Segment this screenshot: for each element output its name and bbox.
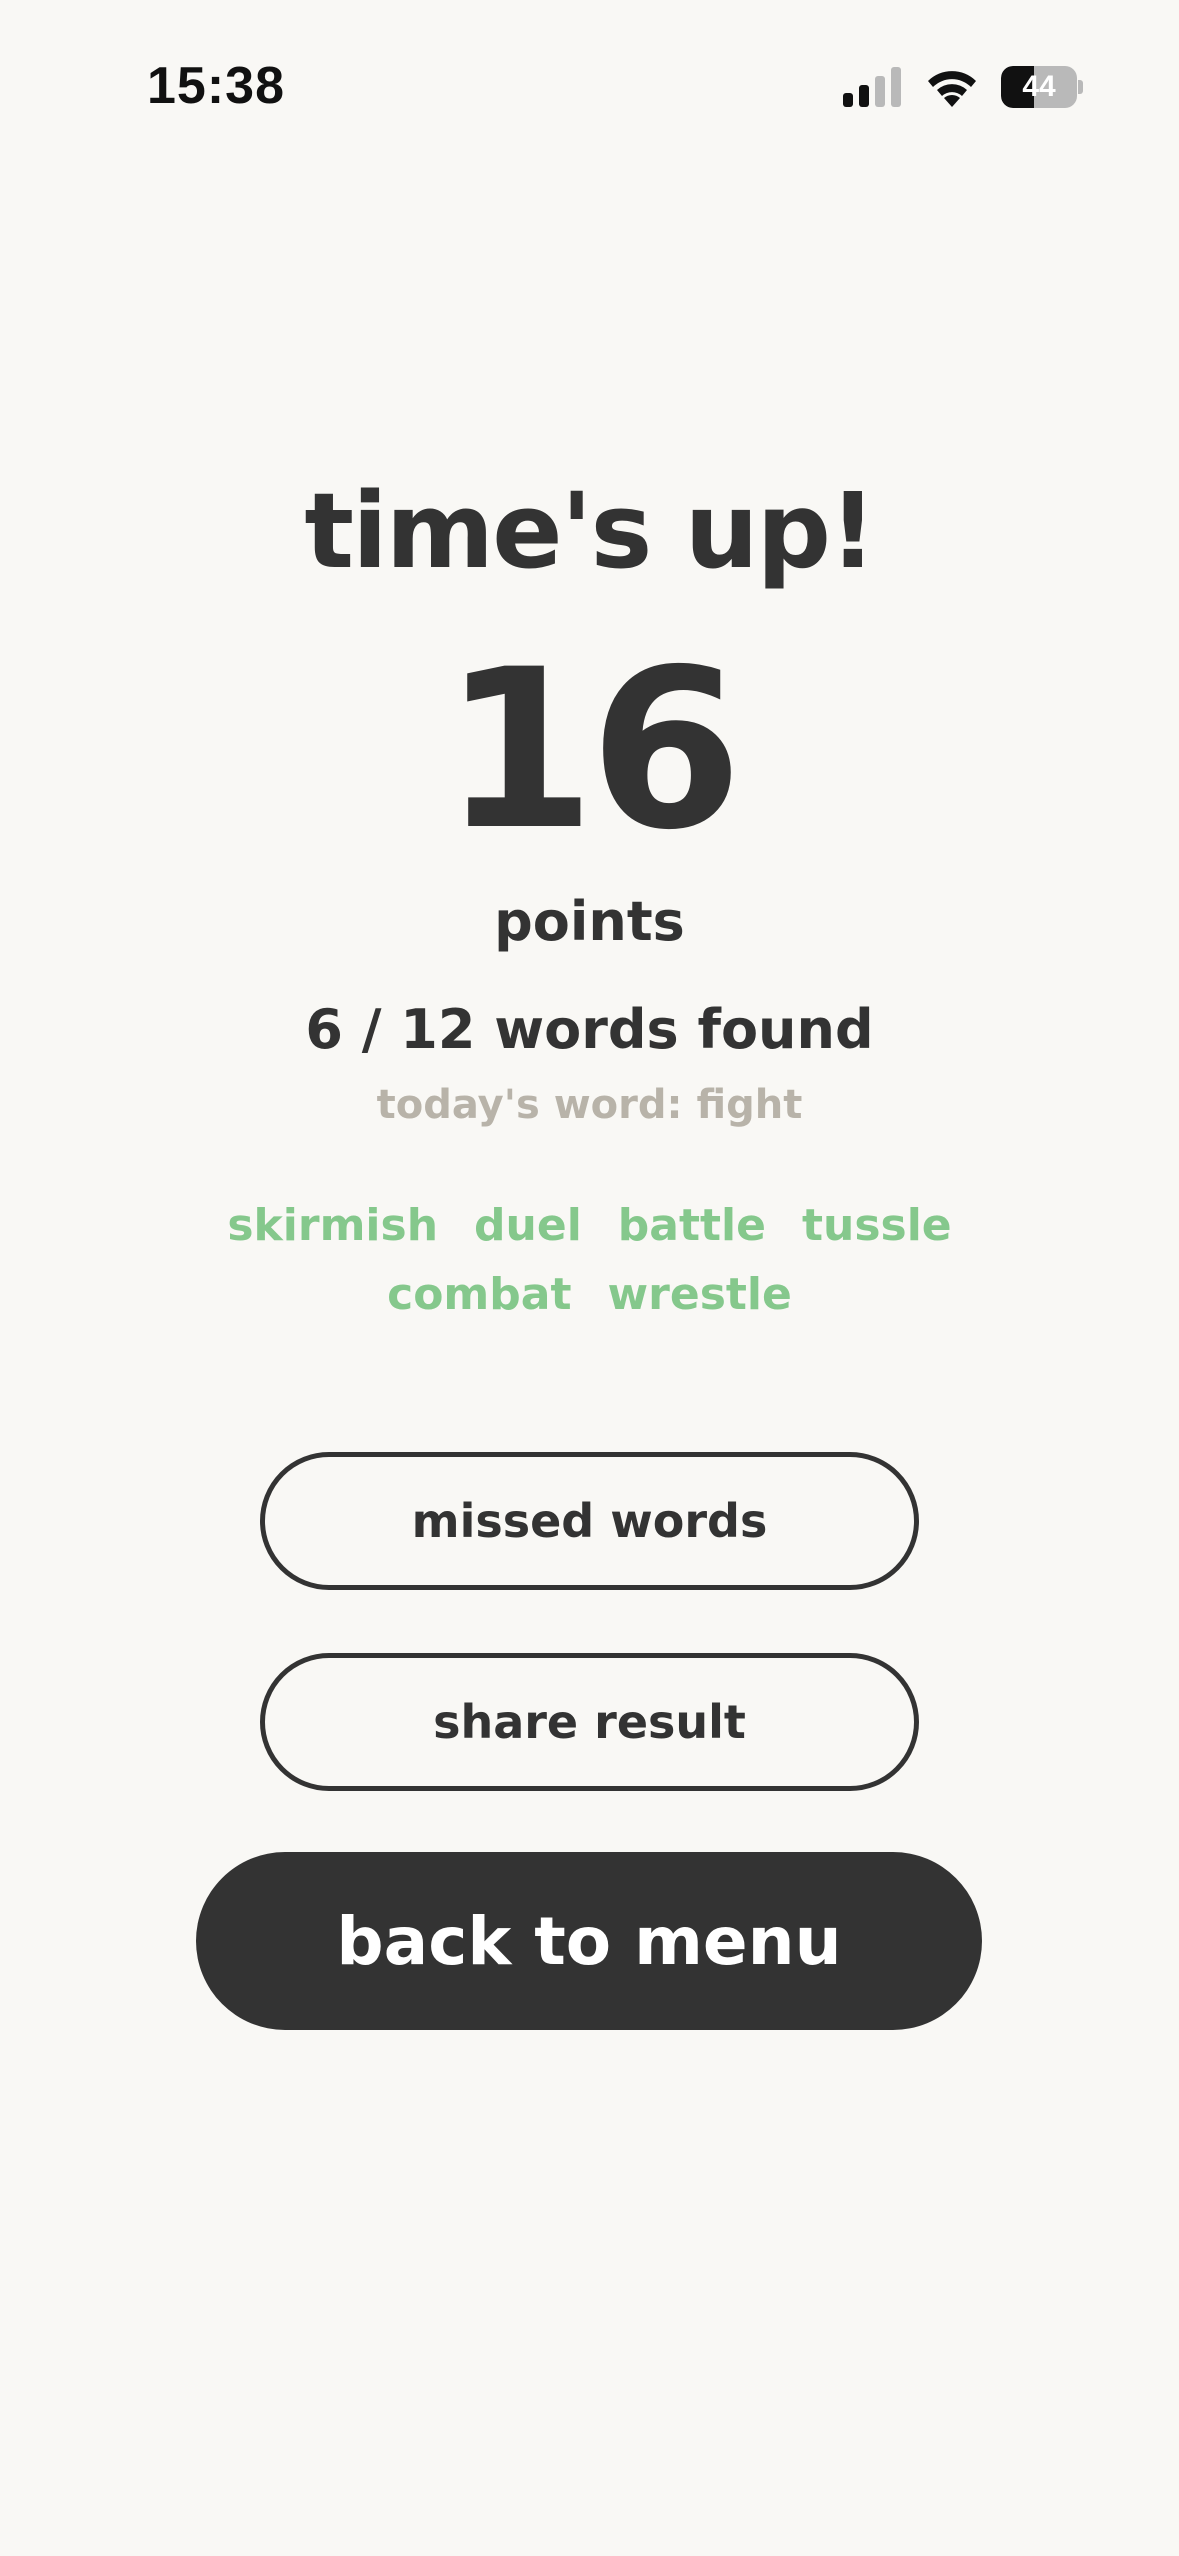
battery-level: 44 — [1022, 70, 1056, 103]
battery-icon: 44 — [1001, 66, 1083, 108]
back-to-menu-button[interactable]: back to menu — [196, 1852, 982, 2030]
cellular-signal-icon — [843, 67, 901, 107]
found-word: wrestle — [607, 1269, 792, 1320]
signal-bar — [859, 85, 869, 107]
battery-body: 44 — [1001, 66, 1077, 108]
share-result-button[interactable]: share result — [260, 1653, 919, 1791]
wifi-icon — [928, 71, 976, 107]
found-word: battle — [617, 1200, 766, 1251]
found-word: skirmish — [227, 1200, 439, 1251]
found-word: tussle — [801, 1200, 952, 1251]
signal-bar — [875, 76, 885, 107]
found-words-list: skirmish duel battle tussle combat wrest… — [150, 1200, 1029, 1320]
signal-bar — [843, 93, 853, 107]
missed-words-button[interactable]: missed words — [260, 1452, 919, 1590]
results-title: time's up! — [304, 470, 876, 592]
status-time: 15:38 — [147, 57, 285, 115]
todays-word: today's word: fight — [376, 1082, 803, 1128]
score-value: 16 — [442, 622, 742, 878]
status-bar: 15:38 44 — [0, 0, 1179, 150]
score-unit-label: points — [494, 890, 685, 953]
signal-bar — [891, 67, 901, 107]
status-icons: 44 — [843, 62, 1083, 112]
battery-cap — [1078, 80, 1083, 94]
words-found-count: 6 / 12 words found — [305, 998, 874, 1061]
found-word: duel — [474, 1200, 582, 1251]
found-word: combat — [387, 1269, 572, 1320]
results-screen: 15:38 44 time's up! 16 points 6 / 12 wor… — [0, 0, 1179, 2556]
